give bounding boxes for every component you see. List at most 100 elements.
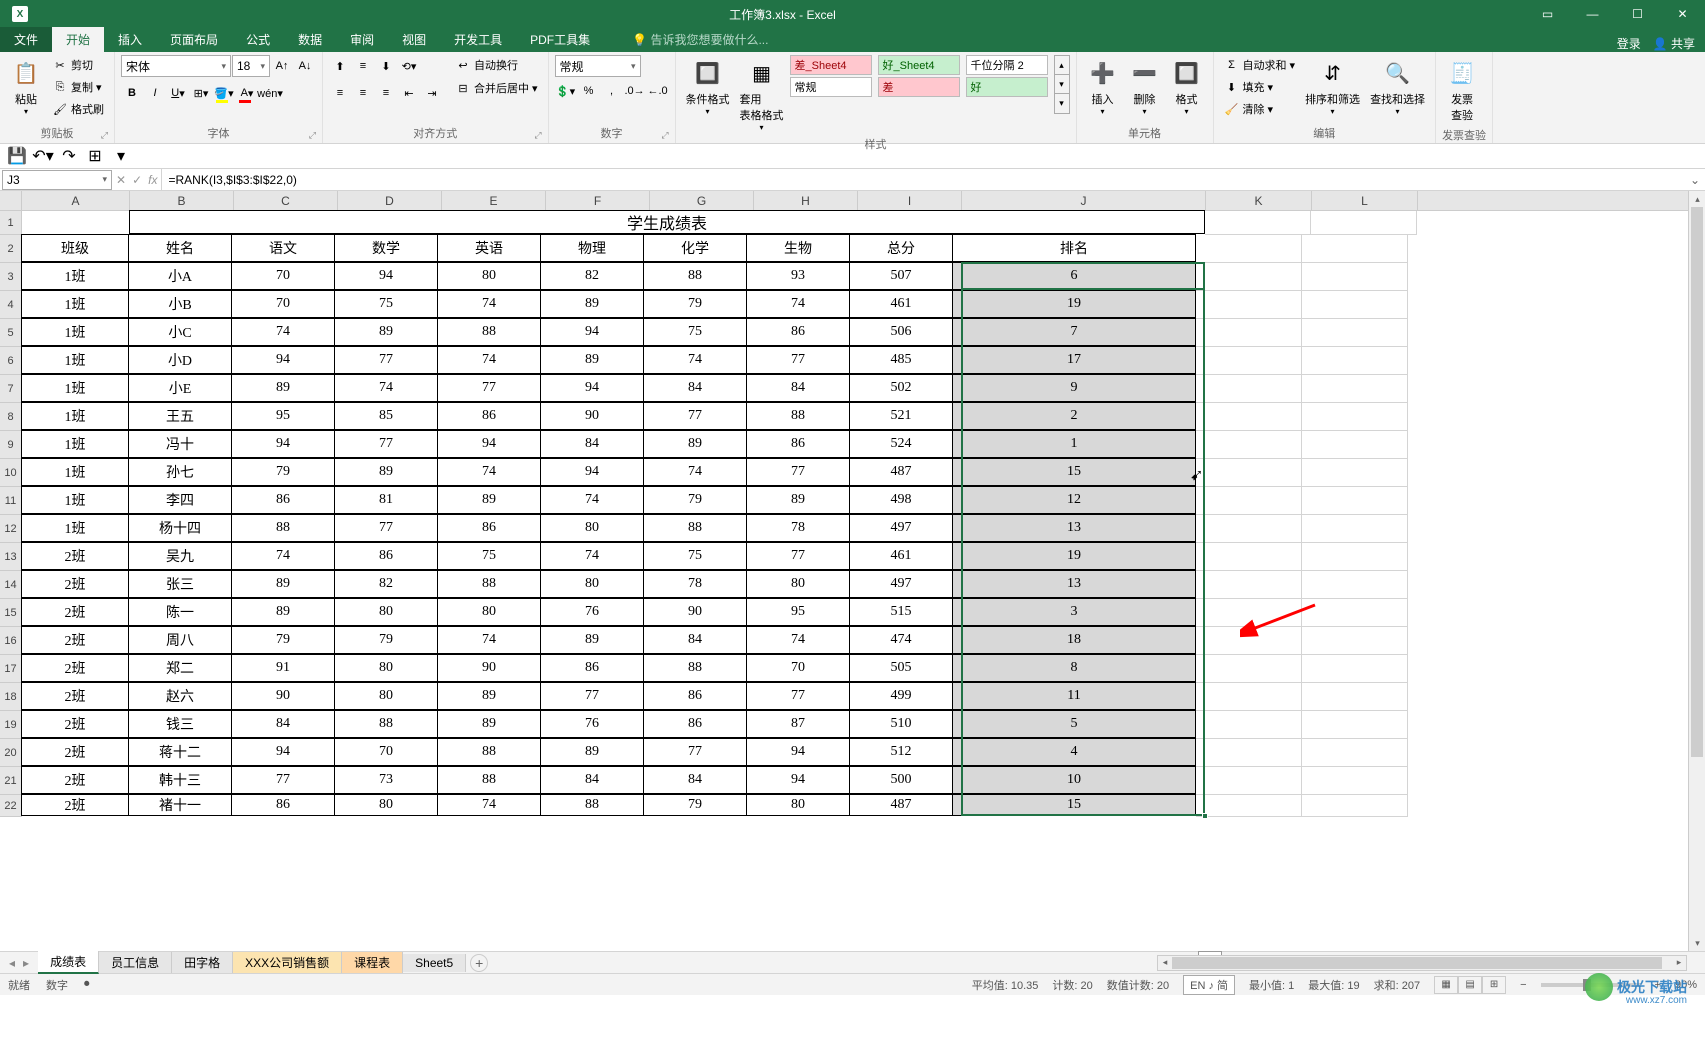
name-box[interactable]: J3 <box>2 170 112 190</box>
phonetic-button[interactable]: wén▾ <box>259 82 281 104</box>
cell[interactable]: 74 <box>643 346 747 374</box>
cell[interactable]: 74 <box>334 374 438 402</box>
cell[interactable]: 1班 <box>21 318 129 346</box>
row-header-9[interactable]: 9 <box>0 431 21 459</box>
cell[interactable]: 89 <box>643 430 747 458</box>
number-format-combo[interactable]: 常规 <box>555 55 641 77</box>
cell[interactable]: 86 <box>231 486 335 514</box>
style-bad-sheet4[interactable]: 差_Sheet4 <box>790 55 872 75</box>
percent-button[interactable]: % <box>578 80 600 102</box>
cell[interactable]: 小B <box>128 290 232 318</box>
format-painter-button[interactable]: 🖌格式刷 <box>48 99 108 119</box>
cell[interactable]: 76 <box>540 710 644 738</box>
cell[interactable]: 89 <box>746 486 850 514</box>
cell[interactable] <box>1196 235 1302 263</box>
cell[interactable]: 88 <box>437 570 541 598</box>
qat-customize[interactable]: ▾ <box>110 146 132 166</box>
maximize-button[interactable]: ☐ <box>1615 0 1660 28</box>
row-header-8[interactable]: 8 <box>0 403 21 431</box>
cell[interactable]: 95 <box>231 402 335 430</box>
wrap-text-button[interactable]: ↩自动换行 <box>451 55 542 75</box>
cell[interactable]: 80 <box>437 262 541 290</box>
cell[interactable]: 2 <box>952 402 1196 430</box>
cell[interactable]: 物理 <box>540 234 644 262</box>
cell[interactable]: 512 <box>849 738 953 766</box>
cell[interactable] <box>1302 711 1408 739</box>
cell[interactable]: 90 <box>231 682 335 710</box>
cell[interactable]: 77 <box>746 542 850 570</box>
zoom-level[interactable]: 90% <box>1675 979 1697 991</box>
cell[interactable]: 钱三 <box>128 710 232 738</box>
cell[interactable] <box>1196 655 1302 683</box>
cell[interactable] <box>1302 235 1408 263</box>
cell[interactable] <box>1205 211 1311 235</box>
tell-me-search[interactable]: 💡 告诉我您想要做什么... <box>624 27 776 52</box>
cell[interactable]: 81 <box>334 486 438 514</box>
cell[interactable]: 75 <box>437 542 541 570</box>
cell[interactable]: 74 <box>437 346 541 374</box>
cell[interactable] <box>1196 571 1302 599</box>
cell[interactable]: 6 <box>952 262 1196 290</box>
cell[interactable]: 1班 <box>21 458 129 486</box>
fill-button[interactable]: ⬇填充 ▾ <box>1220 77 1300 97</box>
cell[interactable]: 2班 <box>21 542 129 570</box>
cell[interactable]: 77 <box>334 514 438 542</box>
cell[interactable]: 500 <box>849 766 953 794</box>
cell[interactable]: 94 <box>437 430 541 458</box>
column-header-K[interactable]: K <box>1206 191 1312 210</box>
cell[interactable]: 84 <box>643 374 747 402</box>
cell[interactable]: 86 <box>643 682 747 710</box>
cell[interactable]: 1班 <box>21 430 129 458</box>
cell[interactable]: 2班 <box>21 570 129 598</box>
cell[interactable]: 1班 <box>21 262 129 290</box>
sheet-tab-sales[interactable]: XXX公司销售额 <box>233 952 342 973</box>
cell[interactable]: 小E <box>128 374 232 402</box>
cell[interactable]: 4 <box>952 738 1196 766</box>
cell[interactable]: 88 <box>643 262 747 290</box>
cell[interactable]: 84 <box>746 374 850 402</box>
view-page-break-button[interactable]: ⊞ <box>1482 976 1506 994</box>
cell[interactable]: 94 <box>231 430 335 458</box>
cell[interactable]: 73 <box>334 766 438 794</box>
font-name-combo[interactable]: 宋体 <box>121 55 231 77</box>
cell[interactable]: 9 <box>952 374 1196 402</box>
cell[interactable]: 19 <box>952 290 1196 318</box>
cell[interactable]: 数学 <box>334 234 438 262</box>
cell[interactable]: 周八 <box>128 626 232 654</box>
cell[interactable]: 语文 <box>231 234 335 262</box>
cell[interactable] <box>1196 431 1302 459</box>
sheet-nav[interactable]: ◂▸ <box>0 956 38 970</box>
cell[interactable]: 499 <box>849 682 953 710</box>
sheet-tab-curriculum[interactable]: 课程表 <box>342 952 403 973</box>
cell[interactable]: 88 <box>643 654 747 682</box>
cell[interactable]: 74 <box>231 318 335 346</box>
cell[interactable]: 93 <box>746 262 850 290</box>
cell[interactable] <box>1302 739 1408 767</box>
cell[interactable]: 15 <box>952 458 1196 486</box>
cell[interactable]: 11 <box>952 682 1196 710</box>
style-good-sheet4[interactable]: 好_Sheet4 <box>878 55 960 75</box>
sheet-tab-tianzige[interactable]: 田字格 <box>172 952 233 973</box>
align-bottom-button[interactable]: ⬇ <box>375 55 397 77</box>
cell[interactable] <box>1196 487 1302 515</box>
cell[interactable] <box>1302 403 1408 431</box>
column-header-I[interactable]: I <box>858 191 962 210</box>
cell[interactable]: 515 <box>849 598 953 626</box>
cell[interactable]: 80 <box>334 598 438 626</box>
row-header-20[interactable]: 20 <box>0 739 21 767</box>
cancel-formula-icon[interactable]: ✕ <box>116 173 126 187</box>
fx-icon[interactable]: fx <box>148 173 157 187</box>
format-cells-button[interactable]: 🔲格式▾ <box>1167 55 1207 118</box>
cell[interactable]: 506 <box>849 318 953 346</box>
cell[interactable]: 497 <box>849 514 953 542</box>
decrease-font-icon[interactable]: A↓ <box>294 55 316 77</box>
cell[interactable]: 13 <box>952 514 1196 542</box>
row-header-7[interactable]: 7 <box>0 375 21 403</box>
cell[interactable]: 487 <box>849 794 953 816</box>
select-all-corner[interactable] <box>0 191 22 211</box>
cell[interactable]: 74 <box>437 458 541 486</box>
comma-button[interactable]: , <box>601 80 623 102</box>
row-header-17[interactable]: 17 <box>0 655 21 683</box>
cell[interactable] <box>1302 543 1408 571</box>
cell[interactable]: 88 <box>437 318 541 346</box>
